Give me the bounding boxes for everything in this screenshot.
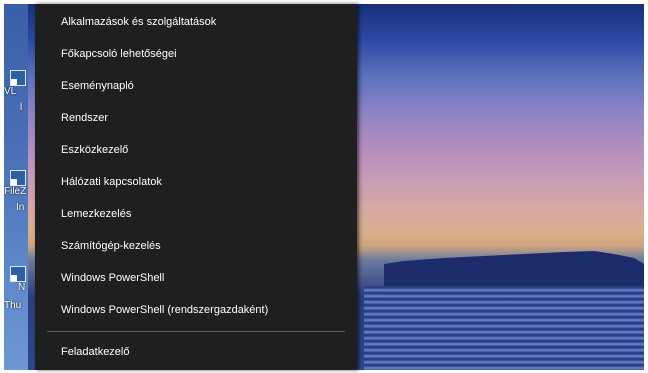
menu-item-event-viewer[interactable]: Eseménynapló [35,71,357,101]
lake-water [364,286,644,370]
menu-item-computer-management[interactable]: Számítógép-kezelés [35,231,357,261]
desktop-icon-label[interactable]: VL [4,86,28,98]
menu-item-device-manager[interactable]: Eszközkezelő [35,135,357,165]
shortcut-icon[interactable] [10,70,26,86]
menu-item-windows-powershell-admin[interactable]: Windows PowerShell (rendszergazdaként) [35,295,357,325]
menu-item-network-connections[interactable]: Hálózati kapcsolatok [35,167,357,197]
shortcut-icon[interactable] [10,170,26,186]
menu-item-disk-management[interactable]: Lemezkezelés [35,199,357,229]
desktop-icon-label[interactable]: FileZ [4,186,28,198]
menu-item-apps-and-features[interactable]: Alkalmazások és szolgáltatások [35,7,357,37]
desktop-icon-label-fragment: Thu [4,300,22,311]
shortcut-icon[interactable] [10,266,26,282]
menu-item-task-manager[interactable]: Feladatkezelő [35,337,357,367]
menu-item-power-options[interactable]: Főkapcsoló lehetőségei [35,39,357,69]
quick-link-menu: Alkalmazások és szolgáltatások Főkapcsol… [35,4,357,370]
menu-separator [47,331,345,332]
menu-item-windows-powershell[interactable]: Windows PowerShell [35,263,357,293]
menu-item-system[interactable]: Rendszer [35,103,357,133]
desktop-icon-strip: VL l FileZ In N Thu [4,4,28,370]
